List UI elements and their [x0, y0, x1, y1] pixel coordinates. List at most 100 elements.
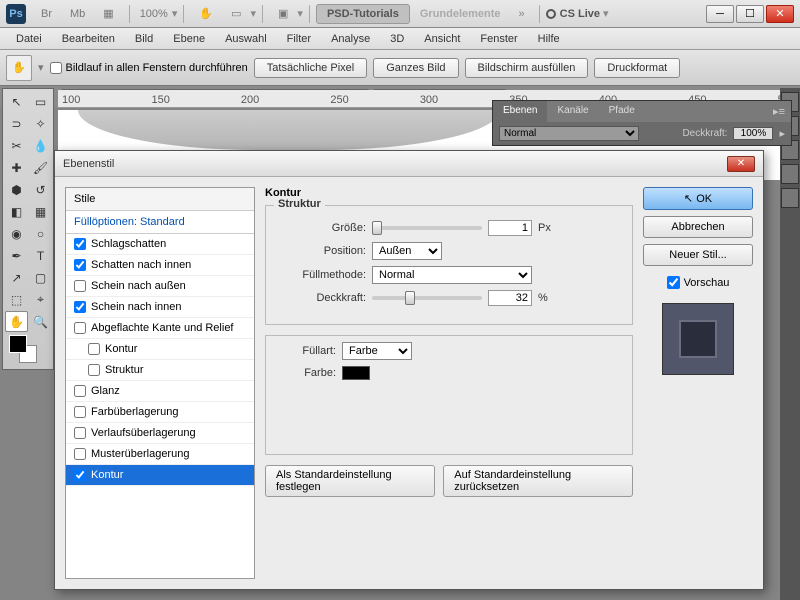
style-checkbox[interactable] [74, 280, 86, 292]
panel-icon[interactable] [781, 188, 799, 208]
view-icon[interactable]: ▭ [224, 4, 248, 23]
tab-ebenen[interactable]: Ebenen [493, 101, 547, 122]
reset-default-button[interactable]: Auf Standardeinstellung zurücksetzen [443, 465, 633, 497]
style-row[interactable]: Farbüberlagerung [66, 402, 254, 423]
3d-tool-icon[interactable]: ⬚ [5, 289, 28, 310]
workspace-button[interactable]: PSD-Tutorials [316, 4, 410, 24]
tab-pfade[interactable]: Pfade [599, 101, 645, 122]
hand-tool-icon[interactable]: ✋ [5, 311, 28, 332]
filltype-select[interactable]: Farbe [342, 342, 412, 360]
style-checkbox[interactable] [74, 469, 86, 481]
menu-bearbeiten[interactable]: Bearbeiten [52, 30, 125, 48]
style-checkbox[interactable] [88, 343, 100, 355]
style-row[interactable]: Kontur [66, 339, 254, 360]
marquee-tool-icon[interactable]: ▭ [29, 91, 52, 112]
chevron-down-icon[interactable]: ▾ [603, 7, 609, 20]
style-row[interactable]: Schatten nach innen [66, 255, 254, 276]
preview-checkbox[interactable]: Vorschau [643, 276, 753, 289]
style-checkbox[interactable] [74, 427, 86, 439]
dialog-close-button[interactable]: ✕ [727, 156, 755, 172]
minibridge-button[interactable]: Mb [63, 5, 92, 23]
fill-options[interactable]: Füllöptionen: Standard [66, 211, 254, 234]
hand-icon[interactable]: ✋ [192, 4, 220, 23]
screen-mode-icon[interactable]: ▦ [96, 4, 120, 23]
scroll-all-input[interactable] [50, 62, 62, 74]
path-tool-icon[interactable]: ↗ [5, 267, 28, 288]
set-default-button[interactable]: Als Standardeinstellung festlegen [265, 465, 435, 497]
fit-screen-button[interactable]: Ganzes Bild [373, 58, 458, 78]
style-checkbox[interactable] [74, 322, 86, 334]
ok-button[interactable]: ↖ OK [643, 187, 753, 210]
preview-input[interactable] [667, 276, 680, 289]
workspace-secondary[interactable]: Grundelemente [410, 5, 511, 23]
dodge-tool-icon[interactable]: ○ [29, 223, 52, 244]
menu-datei[interactable]: Datei [6, 30, 52, 48]
style-checkbox[interactable] [74, 385, 86, 397]
style-checkbox[interactable] [88, 364, 100, 376]
hand-tool-icon[interactable]: ✋ [6, 55, 32, 81]
style-row[interactable]: Abgeflachte Kante und Relief [66, 318, 254, 339]
style-row[interactable]: Schlagschatten [66, 234, 254, 255]
style-row[interactable]: Verlaufsüberlagerung [66, 423, 254, 444]
menu-auswahl[interactable]: Auswahl [215, 30, 277, 48]
menu-fenster[interactable]: Fenster [470, 30, 527, 48]
panel-menu-icon[interactable]: ▸≡ [767, 101, 791, 122]
color-swatch[interactable] [342, 366, 370, 380]
stamp-tool-icon[interactable]: ⬢ [5, 179, 28, 200]
wand-tool-icon[interactable]: ✧ [29, 113, 52, 134]
heal-tool-icon[interactable]: ✚ [5, 157, 28, 178]
slider-thumb[interactable] [405, 291, 415, 305]
brush-tool-icon[interactable]: 🖌 [29, 157, 52, 178]
type-tool-icon[interactable]: T [29, 245, 52, 266]
menu-analyse[interactable]: Analyse [321, 30, 380, 48]
blend-mode-select[interactable]: Normal [499, 126, 639, 141]
gradient-tool-icon[interactable]: ▦ [29, 201, 52, 222]
bridge-button[interactable]: Br [34, 5, 59, 23]
close-button[interactable]: ✕ [766, 5, 794, 23]
actual-pixels-button[interactable]: Tatsächliche Pixel [254, 58, 367, 78]
zoom-tool-icon[interactable]: 🔍 [29, 311, 52, 332]
minimize-button[interactable]: ─ [706, 5, 734, 23]
style-row[interactable]: Kontur [66, 465, 254, 486]
lasso-tool-icon[interactable]: ⊃ [5, 113, 28, 134]
crop-tool-icon[interactable]: ✂ [5, 135, 28, 156]
menu-ebene[interactable]: Ebene [163, 30, 215, 48]
print-size-button[interactable]: Druckformat [594, 58, 680, 78]
chevron-down-icon[interactable]: ▾ [297, 7, 303, 20]
style-row[interactable]: Struktur [66, 360, 254, 381]
maximize-button[interactable]: ☐ [736, 5, 764, 23]
foreground-color-swatch[interactable] [9, 335, 27, 353]
dialog-titlebar[interactable]: Ebenenstil ✕ [55, 151, 763, 177]
size-slider[interactable] [372, 226, 482, 230]
tab-kanaele[interactable]: Kanäle [547, 101, 598, 122]
slider-thumb[interactable] [372, 221, 382, 235]
chevron-right-icon[interactable]: » [519, 8, 525, 20]
shape-tool-icon[interactable]: ▢ [29, 267, 52, 288]
panel-icon[interactable] [781, 164, 799, 184]
style-checkbox[interactable] [74, 238, 86, 250]
menu-3d[interactable]: 3D [380, 30, 414, 48]
styles-header[interactable]: Stile [66, 188, 254, 211]
chevron-down-icon[interactable]: ▾ [172, 7, 178, 20]
size-input[interactable]: 1 [488, 220, 532, 236]
menu-hilfe[interactable]: Hilfe [528, 30, 570, 48]
chevron-right-icon[interactable]: ▸ [779, 127, 785, 140]
history-brush-icon[interactable]: ↺ [29, 179, 52, 200]
menu-ansicht[interactable]: Ansicht [414, 30, 470, 48]
opacity-slider[interactable] [372, 296, 482, 300]
menu-filter[interactable]: Filter [277, 30, 321, 48]
chevron-down-icon[interactable]: ▾ [250, 7, 256, 20]
eyedropper-tool-icon[interactable]: 💧 [29, 135, 52, 156]
chevron-down-icon[interactable]: ▾ [38, 61, 44, 74]
screenmode-icon[interactable]: ▣ [271, 4, 295, 23]
style-row[interactable]: Schein nach außen [66, 276, 254, 297]
cslive-button[interactable]: CS Live [560, 8, 600, 20]
scroll-all-checkbox[interactable]: Bildlauf in allen Fenstern durchführen [50, 62, 248, 74]
fill-screen-button[interactable]: Bildschirm ausfüllen [465, 58, 589, 78]
fillmethod-select[interactable]: Normal [372, 266, 532, 284]
position-select[interactable]: Außen [372, 242, 442, 260]
style-row[interactable]: Schein nach innen [66, 297, 254, 318]
blur-tool-icon[interactable]: ◉ [5, 223, 28, 244]
menu-bild[interactable]: Bild [125, 30, 163, 48]
style-checkbox[interactable] [74, 301, 86, 313]
